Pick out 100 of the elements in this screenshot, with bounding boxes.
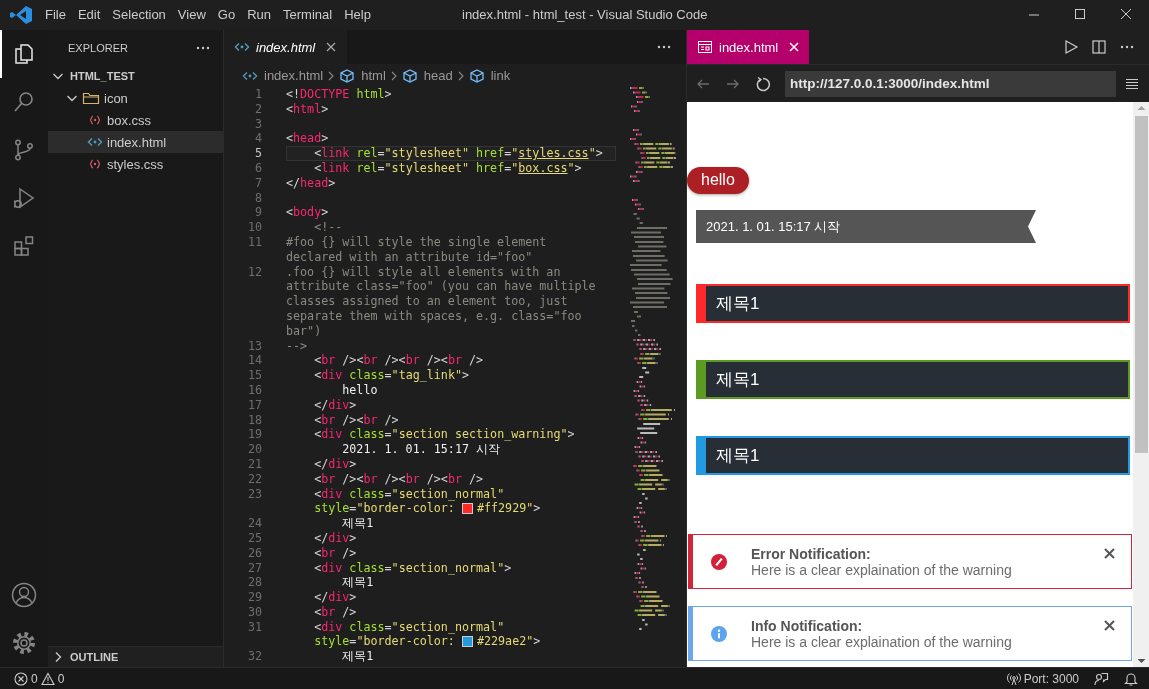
broadcast-icon	[1006, 671, 1021, 686]
address-field[interactable]: http://127.0.0.1:3000/index.html	[785, 70, 1116, 97]
line-number: 25	[246, 530, 262, 546]
breadcrumb-item[interactable]: html	[361, 68, 386, 83]
line-number: 20	[246, 442, 262, 457]
code-line: <div class="section section_warning">	[313, 427, 575, 443]
code-line: </div>	[313, 397, 357, 413]
code-line: </div>	[313, 530, 357, 546]
code-line: style="border-color:	[313, 634, 456, 650]
menu-item[interactable]: Selection	[106, 0, 172, 30]
file-row[interactable]: styles.css	[48, 153, 223, 175]
code-line: <body>	[286, 205, 329, 221]
play-icon[interactable]	[1063, 39, 1079, 55]
breadcrumb-item[interactable]: link	[490, 68, 511, 83]
line-number: 11	[246, 234, 262, 250]
code-line: hello	[341, 382, 378, 398]
line-number: 4	[253, 131, 262, 147]
menu-item[interactable]: View	[171, 0, 212, 30]
menu-item[interactable]: Go	[211, 0, 242, 30]
code-comment: classes assigned to an element too, just	[286, 294, 568, 309]
close-icon[interactable]	[1104, 548, 1115, 559]
code-comment: .foo {} will style all elements with an	[286, 264, 561, 280]
notification-message: Here is a clear explaination of the warning	[751, 633, 1013, 650]
code-line: 제목1	[341, 649, 374, 665]
code-comment: bar")	[286, 323, 322, 339]
play-icon[interactable]	[12, 186, 36, 210]
port-status[interactable]: Port: 3000	[1006, 671, 1079, 686]
files-icon[interactable]	[12, 42, 36, 66]
branch-icon[interactable]	[12, 138, 36, 162]
code-comment: attribute class="foo" (you can have multiple	[286, 279, 596, 295]
split-editor-icon[interactable]	[1091, 39, 1107, 55]
search-icon[interactable]	[12, 90, 36, 114]
menu-item[interactable]: Terminal	[277, 0, 339, 30]
file-name: index.html	[107, 134, 167, 150]
breadcrumb-item[interactable]: head	[423, 68, 453, 83]
code-comment: <!--	[313, 220, 343, 235]
line-number: 2	[253, 101, 262, 117]
reload-icon[interactable]	[755, 75, 771, 92]
line-number: 15	[246, 368, 262, 383]
line-number: 26	[246, 545, 262, 561]
menu-item[interactable]: Run	[241, 0, 277, 30]
selected-file-row[interactable]: index.html	[48, 131, 223, 153]
editor-tab[interactable]: index.html	[224, 30, 348, 64]
code-line: <br /><br /><br /><br />	[313, 353, 484, 369]
preview-tab[interactable]: index.html	[687, 30, 810, 64]
code-line: </div>	[313, 456, 357, 472]
problems-indicator[interactable]: 0 0	[14, 671, 65, 686]
line-number: 17	[246, 397, 262, 413]
file-row[interactable]: box.css	[48, 109, 223, 131]
outline-section-header[interactable]: OUTLINE	[48, 646, 223, 667]
code-line: <div class="tag_link">	[313, 368, 469, 383]
line-number: 16	[246, 382, 262, 398]
line-number: 31	[246, 619, 262, 635]
line-number: 27	[246, 560, 262, 576]
tag-link[interactable]: hello	[687, 167, 749, 194]
line-number: 13	[246, 338, 262, 354]
window-title: index.html - html_test - Visual Studio Code	[462, 6, 708, 24]
code-line: 제목1	[341, 575, 374, 591]
line-number: 12	[246, 264, 262, 280]
line-number: 14	[246, 353, 262, 369]
error-icon	[14, 671, 28, 686]
scrollbar[interactable]	[1133, 102, 1149, 667]
line-number: 30	[246, 604, 262, 620]
line-number: 7	[253, 175, 262, 191]
settings-icon[interactable]	[11, 630, 37, 656]
color-swatch[interactable]	[461, 503, 473, 515]
bell-icon[interactable]	[1123, 670, 1139, 687]
menu-item[interactable]: Help	[338, 0, 377, 30]
line-number: 28	[246, 575, 262, 591]
file-name: icon	[104, 90, 128, 106]
file-name: styles.css	[107, 156, 164, 172]
color-swatch[interactable]	[461, 636, 473, 648]
menu-item[interactable]: File	[39, 0, 72, 30]
breadcrumb-item[interactable]: index.html	[264, 68, 324, 83]
code-comment: declared with an attribute id="foo"	[286, 249, 533, 265]
code-line: style="border-color:	[313, 501, 456, 517]
folder-icon	[82, 90, 100, 106]
notification-message: Here is a clear explaination of the warning	[751, 561, 1013, 578]
line-number: 10	[246, 220, 262, 235]
cube-icon	[401, 67, 418, 84]
line-number: 19	[246, 427, 262, 443]
code-line: <br /><br /><br /><br />	[313, 471, 484, 487]
menu-item[interactable]: Edit	[71, 0, 107, 30]
code-comment: #foo {} will style the single element	[286, 234, 547, 250]
account-icon[interactable]	[11, 582, 37, 608]
feedback-icon[interactable]	[1093, 670, 1109, 687]
line-number: 18	[246, 412, 262, 428]
close-icon[interactable]	[788, 41, 801, 53]
code-line: <div class="section_normal">	[313, 560, 512, 576]
file-row[interactable]: icon	[48, 87, 223, 109]
code-line: <br />	[313, 545, 357, 561]
close-icon[interactable]	[1104, 620, 1115, 631]
close-icon[interactable]	[325, 41, 338, 53]
folder-row[interactable]: HTML_TEST	[48, 65, 223, 87]
blocks-icon[interactable]	[12, 234, 36, 258]
line-number: 29	[246, 590, 262, 605]
line-number: 8	[253, 190, 262, 206]
cube-icon	[468, 67, 485, 84]
line-number: 3	[253, 116, 262, 132]
line-number: 5	[253, 146, 262, 161]
